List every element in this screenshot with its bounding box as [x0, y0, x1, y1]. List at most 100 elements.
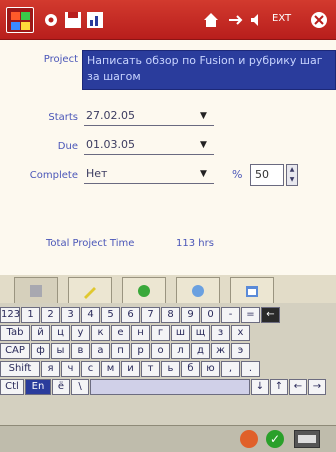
key-4[interactable]: 4 — [81, 307, 100, 323]
key-arrow-down[interactable]: ↓ — [251, 379, 269, 395]
key-equals[interactable]: = — [241, 307, 260, 323]
key-lang-en[interactable]: En — [25, 379, 51, 395]
tab-bar — [0, 275, 336, 303]
chevron-down-icon[interactable]: ▼ — [200, 169, 207, 179]
status-text: EXT — [272, 13, 292, 24]
key-ctl[interactable]: Ctl — [0, 379, 24, 395]
home-icon[interactable] — [200, 9, 222, 31]
starts-underline — [84, 125, 214, 126]
key-comma[interactable]: , — [221, 361, 240, 377]
key-ш[interactable]: ш — [171, 325, 190, 341]
total-time-value: 113 hrs — [176, 238, 214, 249]
key-tab[interactable]: Tab — [0, 325, 30, 341]
percent-spinner[interactable]: ▲ ▼ — [286, 164, 298, 186]
key-minus[interactable]: - — [221, 307, 240, 323]
chevron-down-icon[interactable]: ▼ — [200, 140, 207, 150]
soft-keyboard: 123 1 2 3 4 5 6 7 8 9 0 - = ← Tab й ц у … — [0, 303, 336, 425]
key-л[interactable]: л — [171, 343, 190, 359]
ok-icon[interactable]: ✓ — [266, 430, 284, 448]
starts-label: Starts — [48, 112, 78, 123]
key-arrow-up[interactable]: ↑ — [270, 379, 288, 395]
key-я[interactable]: я — [41, 361, 60, 377]
key-1[interactable]: 1 — [21, 307, 40, 323]
tab-notes[interactable] — [68, 277, 112, 303]
key-ю[interactable]: ю — [201, 361, 220, 377]
key-backspace[interactable]: ← — [261, 307, 280, 323]
status-icon[interactable] — [240, 430, 258, 448]
key-п[interactable]: п — [111, 343, 130, 359]
complete-underline — [84, 183, 214, 184]
key-ь[interactable]: ь — [161, 361, 180, 377]
tab-schedule[interactable] — [230, 277, 274, 303]
key-period[interactable]: . — [241, 361, 260, 377]
key-э[interactable]: э — [231, 343, 250, 359]
key-ж[interactable]: ж — [211, 343, 230, 359]
key-т[interactable]: т — [141, 361, 160, 377]
key-ц[interactable]: ц — [51, 325, 70, 341]
key-9[interactable]: 9 — [181, 307, 200, 323]
key-2[interactable]: 2 — [41, 307, 60, 323]
gear-icon[interactable] — [40, 9, 62, 31]
key-3[interactable]: 3 — [61, 307, 80, 323]
complete-select[interactable]: Нет — [86, 167, 107, 180]
project-input[interactable]: Написать обзор по Fusion и рубрику шаг з… — [82, 50, 336, 90]
key-б[interactable]: б — [181, 361, 200, 377]
key-з[interactable]: з — [211, 325, 230, 341]
key-ё[interactable]: ё — [52, 379, 70, 395]
complete-label: Complete — [29, 170, 78, 181]
key-0[interactable]: 0 — [201, 307, 220, 323]
total-time-label: Total Project Time — [46, 238, 135, 249]
key-м[interactable]: м — [101, 361, 120, 377]
key-г[interactable]: г — [151, 325, 170, 341]
percent-input[interactable]: 50 — [250, 164, 284, 186]
start-menu-icon[interactable] — [6, 7, 34, 33]
due-date[interactable]: 01.03.05 — [86, 138, 135, 151]
key-ч[interactable]: ч — [61, 361, 80, 377]
key-arrow-left[interactable]: ← — [289, 379, 307, 395]
key-ф[interactable]: ф — [31, 343, 50, 359]
connectivity-icon[interactable] — [224, 9, 246, 31]
key-р[interactable]: р — [131, 343, 150, 359]
close-icon[interactable] — [308, 9, 330, 31]
key-arrow-right[interactable]: → — [308, 379, 326, 395]
key-й[interactable]: й — [31, 325, 50, 341]
key-backslash[interactable]: \ — [71, 379, 89, 395]
key-shift[interactable]: Shift — [0, 361, 40, 377]
key-ы[interactable]: ы — [51, 343, 70, 359]
bottom-bar: ✓ — [0, 425, 336, 452]
save-icon[interactable] — [62, 9, 84, 31]
key-123[interactable]: 123 — [0, 307, 20, 323]
key-н[interactable]: н — [131, 325, 150, 341]
tab-resources[interactable] — [176, 277, 220, 303]
percent-label: % — [232, 168, 243, 181]
chevron-down-icon[interactable]: ▼ — [200, 111, 207, 121]
key-в[interactable]: в — [71, 343, 90, 359]
due-underline — [84, 154, 214, 155]
starts-date[interactable]: 27.02.05 — [86, 109, 135, 122]
key-7[interactable]: 7 — [141, 307, 160, 323]
key-е[interactable]: е — [111, 325, 130, 341]
due-label: Due — [57, 141, 78, 152]
taskbar: EXT — [0, 0, 336, 40]
key-д[interactable]: д — [191, 343, 210, 359]
chart-icon[interactable] — [84, 9, 106, 31]
project-form: Project Написать обзор по Fusion и рубри… — [0, 40, 336, 275]
tab-tasks[interactable] — [122, 277, 166, 303]
tab-summary[interactable] — [14, 277, 58, 303]
key-щ[interactable]: щ — [191, 325, 210, 341]
key-с[interactable]: с — [81, 361, 100, 377]
key-у[interactable]: у — [71, 325, 90, 341]
project-label: Project — [43, 54, 78, 65]
key-8[interactable]: 8 — [161, 307, 180, 323]
key-о[interactable]: о — [151, 343, 170, 359]
keyboard-icon[interactable] — [294, 430, 320, 448]
key-6[interactable]: 6 — [121, 307, 140, 323]
key-х[interactable]: х — [231, 325, 250, 341]
key-caps[interactable]: CAP — [0, 343, 30, 359]
key-к[interactable]: к — [91, 325, 110, 341]
key-5[interactable]: 5 — [101, 307, 120, 323]
key-space[interactable] — [90, 379, 250, 395]
key-а[interactable]: а — [91, 343, 110, 359]
volume-icon[interactable] — [246, 9, 268, 31]
key-и[interactable]: и — [121, 361, 140, 377]
